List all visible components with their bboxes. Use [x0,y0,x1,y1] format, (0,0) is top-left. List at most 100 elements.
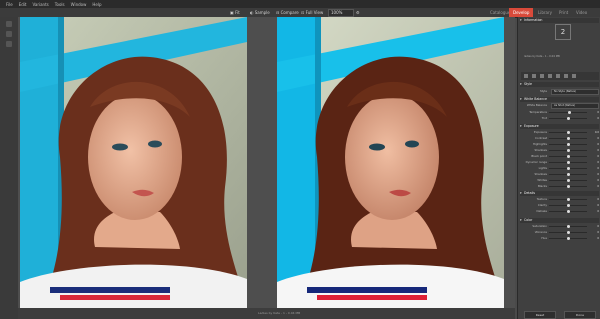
browse-icon[interactable] [6,21,12,27]
settings-icon[interactable]: ⚙ [356,9,360,16]
color-slider-value[interactable]: 0 [589,230,599,235]
menu-bar: File Edit Variants Tools Window Help [0,0,600,8]
sample-label: Sample [254,10,270,15]
white-balance-header[interactable]: White Balance [520,97,599,102]
exposure-slider-label: Exposure [534,130,547,134]
gradient-icon[interactable] [556,74,560,78]
wb-slider-value[interactable]: 0 [589,110,599,115]
tab-library[interactable]: Library [534,8,556,17]
menu-edit[interactable]: Edit [19,2,27,7]
done-button[interactable]: Done [564,311,596,319]
exposure-slider-value[interactable]: 0 [589,154,599,159]
details-slider-value[interactable]: 0 [589,197,599,202]
eyedropper-icon[interactable] [572,74,576,78]
wb-slider-track[interactable] [549,111,587,114]
exposure-slider-track[interactable] [549,185,587,188]
exposure-slider-value[interactable]: 0 [589,160,599,165]
exposure-slider-handle[interactable] [566,143,570,146]
details-slider-track[interactable] [549,204,587,207]
color-slider-track[interactable] [549,237,587,240]
details-slider-value[interactable]: 0 [589,203,599,208]
exposure-slider-value[interactable]: 0 [589,184,599,189]
exposure-header[interactable]: Exposure [520,124,599,129]
exposure-slider-track[interactable] [549,167,587,170]
compare-button[interactable]: ⊟ Compare [276,9,299,16]
reset-button[interactable]: Reset [524,311,556,319]
exposure-slider-handle[interactable] [566,167,570,170]
details-slider-row: Clarity 0 [521,203,599,208]
tab-print[interactable]: Print [555,8,572,17]
zoom-select[interactable]: 100% [328,9,354,17]
style-header[interactable]: Style [520,82,599,87]
exposure-slider-track[interactable] [549,173,587,176]
exposure-slider-row: Exposure 0.0 [521,130,599,135]
exposure-slider-value[interactable]: 0 [589,172,599,177]
style-dropdown[interactable]: No Style (Native) [551,89,599,95]
retouch-icon[interactable] [540,74,544,78]
exposure-slider-handle[interactable] [566,173,570,176]
wb-slider-track[interactable] [549,117,587,120]
details-slider-handle[interactable] [566,198,570,201]
fit-button[interactable]: ▣ Fit [230,9,240,16]
exposure-slider-value[interactable]: 0 [589,178,599,183]
exposure-slider-handle[interactable] [566,137,570,140]
sample-button[interactable]: ◐ Sample [250,9,270,16]
exposure-slider-track[interactable] [549,131,587,134]
wb-slider-handle[interactable] [568,111,572,114]
exposure-slider-handle[interactable] [566,185,570,188]
menu-file[interactable]: File [6,2,13,7]
brush-icon[interactable] [548,74,552,78]
exposure-slider-track[interactable] [549,137,587,140]
exposure-slider-track[interactable] [549,161,587,164]
exposure-slider-value[interactable]: 0 [589,166,599,171]
color-slider-value[interactable]: 0 [589,236,599,241]
color-slider-row: Hue 0 [521,236,599,241]
menu-variants[interactable]: Variants [32,2,48,7]
exposure-slider-value[interactable]: 0.0 [589,130,599,135]
straighten-icon[interactable] [532,74,536,78]
radial-icon[interactable] [564,74,568,78]
color-slider-handle[interactable] [566,225,570,228]
view-button[interactable]: ⊡ Full View [301,9,323,16]
exposure-slider-row: Shadows 0 [521,172,599,177]
color-slider-value[interactable]: 0 [589,224,599,229]
folder-icon[interactable] [6,31,12,37]
color-slider-label: Vibrance [534,230,547,234]
exposure-slider-handle[interactable] [566,161,570,164]
color-slider-track[interactable] [549,231,587,234]
details-slider-handle[interactable] [566,210,570,213]
menu-window[interactable]: Window [71,2,87,7]
exposure-slider-track[interactable] [549,155,587,158]
details-slider-track[interactable] [549,210,587,213]
details-slider-value[interactable]: 0 [589,209,599,214]
menu-tools[interactable]: Tools [55,2,65,7]
details-slider-track[interactable] [549,198,587,201]
tab-develop[interactable]: Develop [509,8,534,17]
exposure-slider-handle[interactable] [566,149,570,152]
filter-icon[interactable] [6,41,12,47]
exposure-slider-value[interactable]: 0 [589,136,599,141]
menu-help[interactable]: Help [92,2,101,7]
information-header[interactable]: Information [520,18,599,23]
color-header[interactable]: Color [520,218,599,223]
color-slider-label: Hue [541,236,547,240]
details-slider-handle[interactable] [566,204,570,207]
exposure-slider-handle[interactable] [566,155,570,158]
color-slider-handle[interactable] [566,231,570,234]
exposure-slider-track[interactable] [549,179,587,182]
wb-slider-handle[interactable] [566,117,570,120]
details-header[interactable]: Details [520,191,599,196]
tab-video[interactable]: Video [572,8,591,17]
color-slider-track[interactable] [549,225,587,228]
exposure-slider-track[interactable] [549,143,587,146]
white-balance-label: White Balance [526,103,547,107]
exposure-slider-handle[interactable] [566,179,570,182]
white-balance-dropdown[interactable]: As Shot (Native) [551,103,599,109]
color-slider-handle[interactable] [566,237,570,240]
exposure-slider-handle[interactable] [566,131,570,134]
exposure-slider-track[interactable] [549,149,587,152]
crop-icon[interactable] [524,74,528,78]
wb-slider-value[interactable]: 0 [589,116,599,121]
exposure-slider-value[interactable]: 0 [589,142,599,147]
exposure-slider-value[interactable]: 0 [589,148,599,153]
